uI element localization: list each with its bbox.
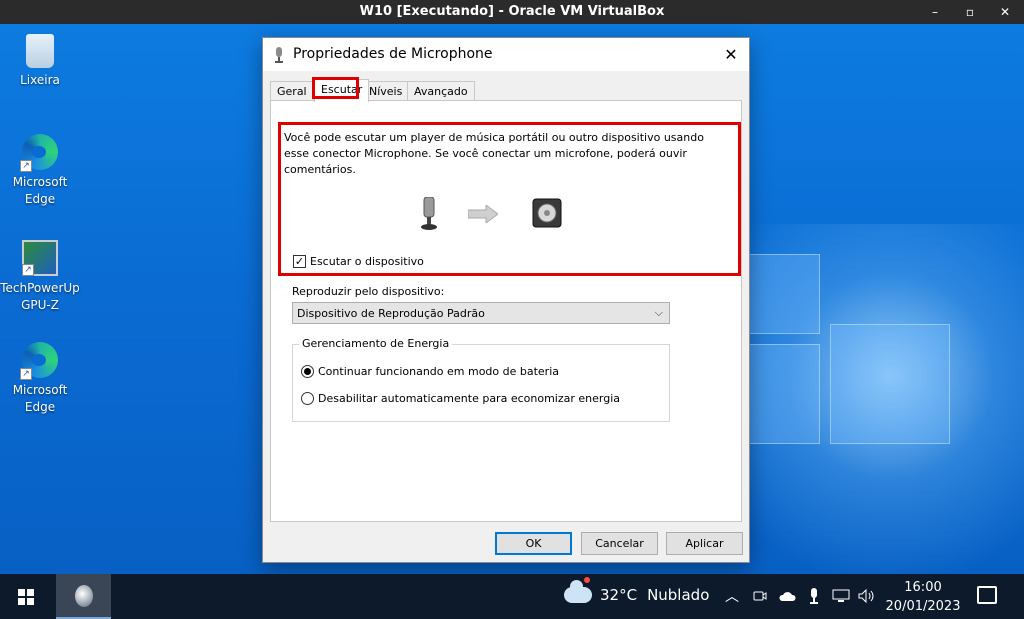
weather-condition: Nublado <box>647 586 710 604</box>
weather-temp: 32°C <box>600 586 638 604</box>
vbox-maximize-button[interactable]: ▫ <box>953 0 987 24</box>
listen-device-checkbox[interactable]: ✓ Escutar o dispositivo <box>293 255 424 268</box>
description-text: Você pode escutar um player de música po… <box>284 131 704 176</box>
radio-continue-on-battery[interactable]: Continuar funcionando em modo de bateria <box>301 365 559 378</box>
playback-device-select[interactable]: Dispositivo de Reprodução Padrão ⌵ <box>292 302 670 324</box>
desktop-icon-edge[interactable]: ↗ Microsoft Edge <box>0 342 80 416</box>
checkbox-box[interactable]: ✓ <box>293 255 306 268</box>
microphone-tray-icon[interactable] <box>804 586 824 606</box>
edge-icon: ↗ <box>20 134 58 172</box>
shortcut-arrow-icon: ↗ <box>22 264 34 276</box>
desktop-icon-gpuz[interactable]: ↗ TechPowerUp GPU-Z <box>0 240 80 314</box>
desktop-icon-recycle-bin[interactable]: Lixeira <box>0 34 80 89</box>
vbox-window-title: W10 [Executando] - Oracle VM VirtualBox <box>359 4 665 19</box>
cloud-icon <box>564 577 592 603</box>
gpuz-icon: ↗ <box>22 240 58 276</box>
desktop-icon-label: Microsoft Edge <box>12 383 68 414</box>
onedrive-cloud-icon[interactable] <box>777 586 797 606</box>
speaker-device-icon <box>532 198 562 228</box>
wallpaper-pane <box>740 254 820 334</box>
group-legend: Gerenciamento de Energia <box>299 337 453 350</box>
tab-geral[interactable]: Geral <box>270 81 314 101</box>
tab-avancado[interactable]: Avançado <box>407 81 475 101</box>
playback-device-label: Reproduzir pelo dispositivo: <box>292 285 445 298</box>
meet-now-icon[interactable] <box>750 586 770 606</box>
dialog-close-button[interactable]: ✕ <box>713 38 749 71</box>
shortcut-arrow-icon: ↗ <box>20 160 32 172</box>
radio-button-selected[interactable] <box>301 365 314 378</box>
desktop-icon-label: Microsoft Edge <box>12 175 68 206</box>
wallpaper-pane <box>830 324 950 444</box>
edge-icon: ↗ <box>20 342 58 380</box>
select-value: Dispositivo de Reprodução Padrão <box>297 307 485 320</box>
desktop-icon-label: Lixeira <box>20 73 60 87</box>
sound-app-icon <box>74 584 93 607</box>
volume-icon[interactable] <box>857 586 877 606</box>
radio-button[interactable] <box>301 392 314 405</box>
radio-label: Desabilitar automaticamente para economi… <box>318 392 620 405</box>
network-icon[interactable] <box>831 586 851 606</box>
radio-auto-disable[interactable]: Desabilitar automaticamente para economi… <box>301 392 620 405</box>
cancel-button[interactable]: Cancelar <box>581 532 658 555</box>
arrow-right-icon <box>468 205 498 223</box>
radio-label: Continuar funcionando em modo de bateria <box>318 365 560 378</box>
clock-time: 16:00 <box>904 580 942 595</box>
tab-annotation-highlight <box>312 77 359 99</box>
tray-chevron-icon[interactable]: ︿ <box>722 586 742 606</box>
taskbar: 32°C Nublado ︿ 16:00 20/01/2023 <box>0 574 1024 619</box>
microphone-device-icon <box>421 197 437 230</box>
vbox-minimize-button[interactable]: – <box>918 0 952 24</box>
wallpaper-pane <box>740 344 820 444</box>
chevron-down-icon: ⌵ <box>654 306 663 319</box>
clock-date: 20/01/2023 <box>885 599 961 614</box>
windows-logo-icon <box>18 588 34 605</box>
weather-widget[interactable]: 32°C Nublado <box>564 577 710 604</box>
apply-button[interactable]: Aplicar <box>666 532 743 555</box>
notification-center-icon[interactable] <box>977 586 997 604</box>
power-management-group: Gerenciamento de Energia Continuar funci… <box>292 337 670 422</box>
desktop-icon-label: TechPowerUp GPU-Z <box>0 281 80 312</box>
microphone-icon <box>275 47 283 63</box>
shortcut-arrow-icon: ↗ <box>20 368 32 380</box>
checkbox-label: Escutar o dispositivo <box>310 255 424 268</box>
tab-panel-escutar: Você pode escutar um player de música po… <box>270 100 742 522</box>
recycle-bin-icon <box>26 34 54 68</box>
dialog-titlebar: Propriedades de Microphone ✕ <box>263 38 749 71</box>
microphone-properties-dialog: Propriedades de Microphone ✕ Geral Escut… <box>262 37 750 563</box>
vbox-close-button[interactable]: ✕ <box>988 0 1022 24</box>
taskbar-clock[interactable]: 16:00 20/01/2023 <box>882 578 964 616</box>
desktop-icon-edge[interactable]: ↗ Microsoft Edge <box>0 134 80 208</box>
taskbar-app-sound[interactable] <box>56 574 111 619</box>
ok-button[interactable]: OK <box>495 532 572 555</box>
dialog-title: Propriedades de Microphone <box>293 46 493 62</box>
start-button[interactable] <box>0 574 52 619</box>
vbox-titlebar: W10 [Executando] - Oracle VM VirtualBox … <box>0 0 1024 24</box>
